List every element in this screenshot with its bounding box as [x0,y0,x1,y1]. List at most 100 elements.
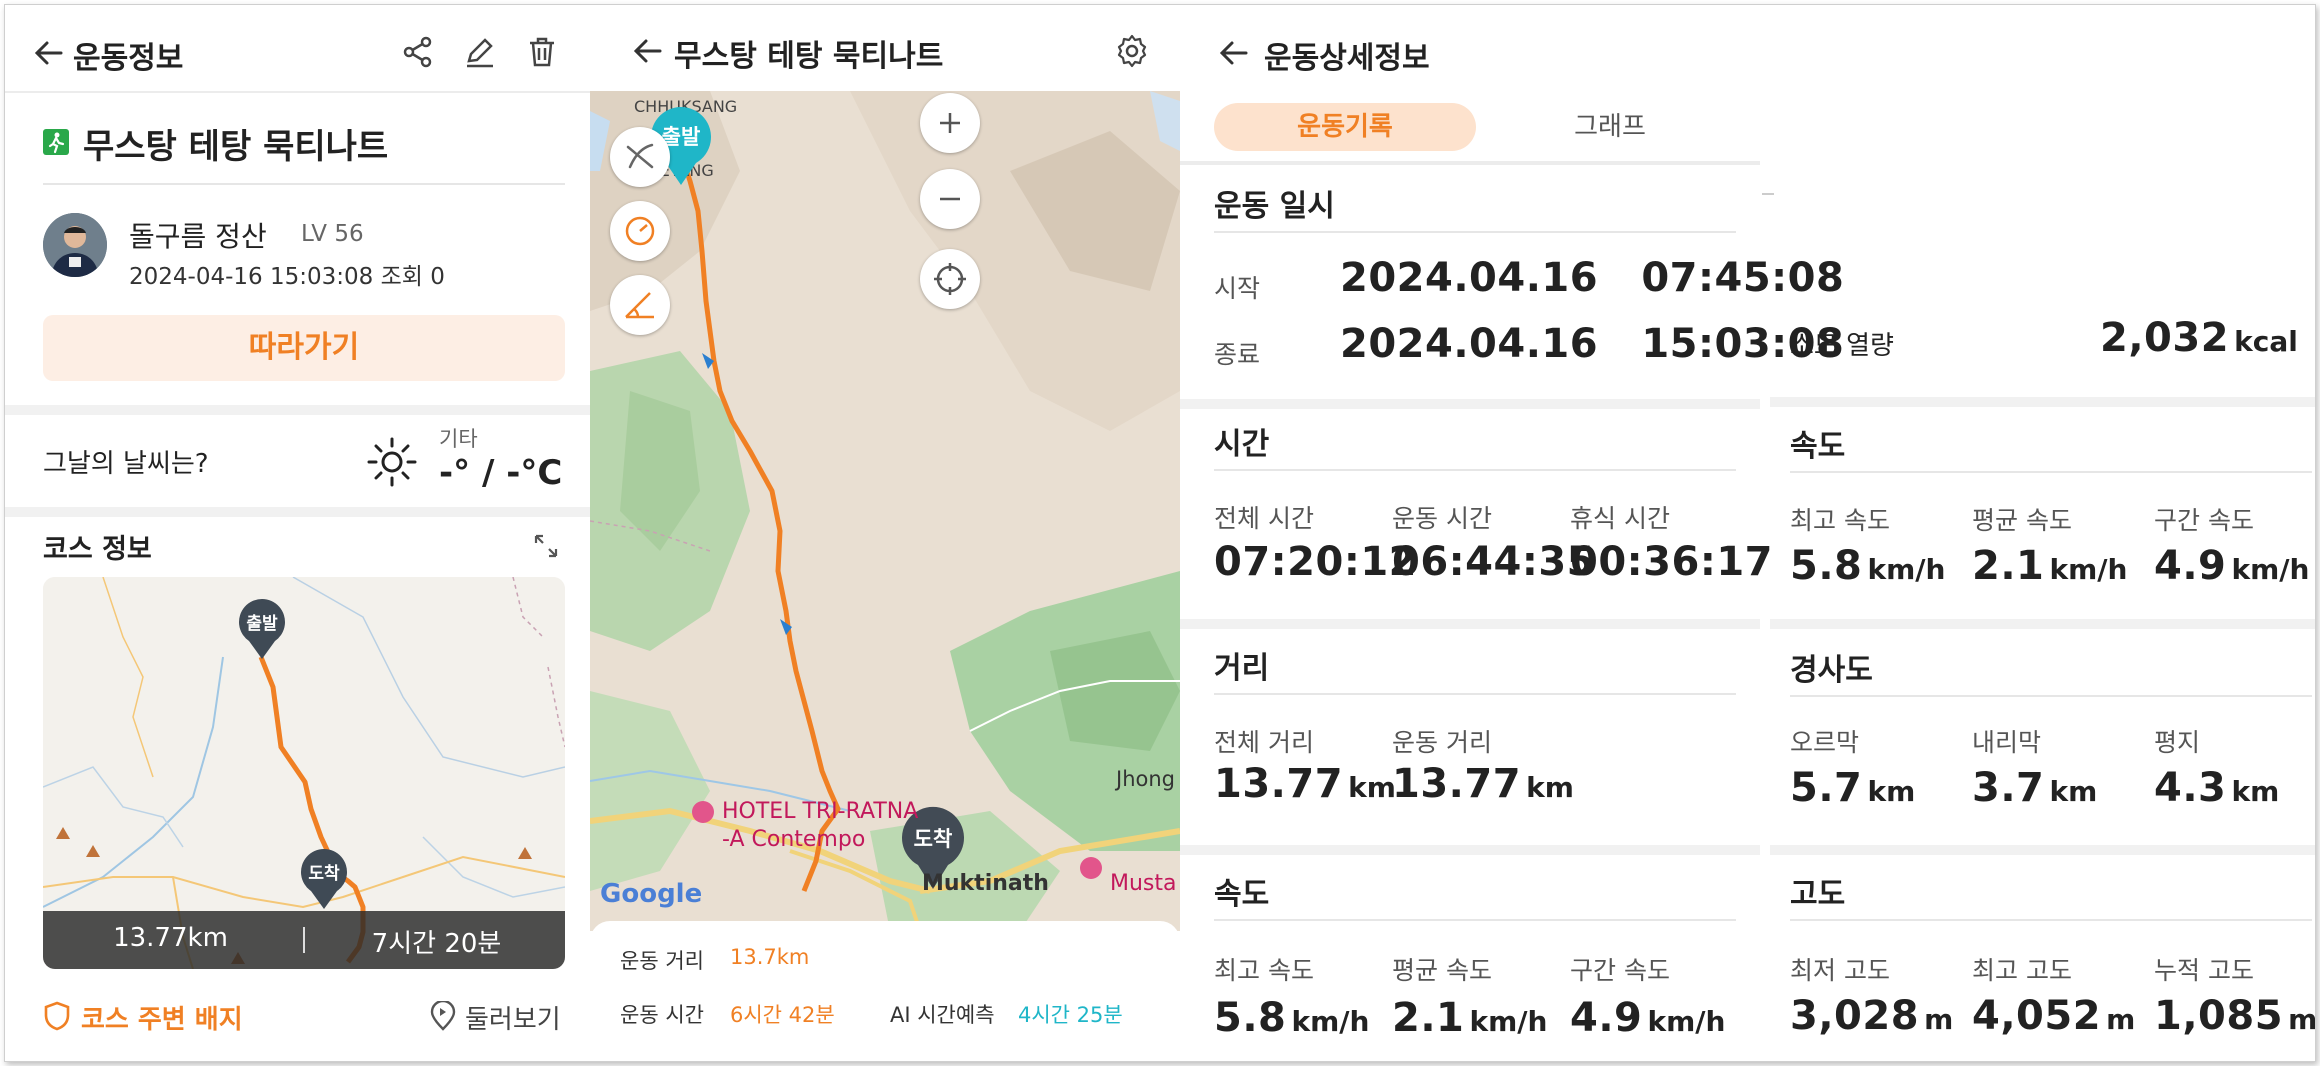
section-speed-2-label: 구간 속도 [2154,506,2254,535]
section-speed-2: 4.9 km/h [2154,543,2309,589]
total-distance: 13.77 km [1214,761,1396,807]
max-speed-2-label: 최고 속도 [1790,506,1890,535]
downhill-value: 3.7 [1972,765,2045,811]
rest-time-label: 휴식 시간 [1570,504,1670,533]
max-speed-label: 최고 속도 [1214,956,1314,985]
avg-speed-label: 평균 속도 [1392,956,1492,985]
place-musta: Musta [1110,871,1177,896]
max-altitude-label: 최고 고도 [1972,956,2072,985]
distance-label: 운동 거리 [620,949,704,973]
user-name[interactable]: 돌구름 정산 [129,215,267,255]
tab-graph[interactable]: 그래프 [1480,103,1740,151]
calories: 2,032 kcal [2100,315,2298,361]
rest-time-value: 00:36:17 [1570,539,1773,585]
route-map[interactable]: CHHUKSANG TETANG 출발 도착 [590,91,1180,931]
zoom-in-button[interactable] [920,93,980,153]
ai-estimate-value: 4시간 25분 [1018,1003,1123,1027]
min-altitude-unit: m [1924,1003,1954,1036]
hotel-pin-icon [1080,857,1102,879]
back-arrow-icon[interactable] [1216,35,1252,71]
avg-speed-2-value: 2.1 [1972,543,2045,589]
avg-speed-value: 2.1 [1392,995,1465,1041]
hide-route-button[interactable] [610,127,670,187]
weather-question: 그날의 날씨는? [43,449,209,479]
user-level: LV 56 [301,221,364,247]
route-off-icon [626,143,654,169]
course-map[interactable]: 출발 도착 13.77km 7시간 20분 [43,577,565,969]
section-speed-2-unit: km/h [2231,553,2310,586]
my-location-button[interactable] [920,249,980,309]
settings-gear-icon[interactable] [1114,33,1150,69]
zoom-out-button[interactable] [920,169,980,229]
max-altitude-value: 4,052 [1972,993,2102,1039]
end-time-label: 종료 [1214,340,1261,369]
hotel-pin-icon [692,801,714,823]
total-ascent-value: 1,085 [2154,993,2284,1039]
look-around-link[interactable]: 둘러보기 [465,999,561,1036]
total-ascent-unit: m [2288,1003,2315,1036]
page-title: 운동정보 [73,41,184,76]
start-time-value: 2024.04.16 07:45:08 [1340,255,1845,301]
total-ascent: 1,085 m [2154,993,2315,1039]
share-icon[interactable] [401,35,435,69]
shield-icon [43,1001,71,1031]
google-logo: Google [600,879,703,909]
datetime-section-title: 운동 일시 [1214,189,1335,224]
activity-info-panel: 운동정보 무스탕 테탕 묵티나트 돌구름 정산 LV 56 2024-04-16… [5,5,590,1061]
calories-label: 소모 열량 [1790,331,1894,361]
flat-unit: km [2231,775,2280,808]
avatar[interactable] [43,213,107,277]
summary-divider [303,927,305,953]
divider-mark [1762,193,1774,195]
back-arrow-icon[interactable] [31,35,67,71]
location-pin-icon [429,1001,457,1031]
min-altitude: 3,028 m [1790,993,1953,1039]
max-speed: 5.8 km/h [1214,995,1369,1041]
route-title: 무스탕 테탕 묵티나트 [674,39,944,74]
trash-icon[interactable] [525,35,559,69]
max-altitude: 4,052 m [1972,993,2135,1039]
speed-button[interactable] [610,201,670,261]
moving-distance-value: 13.77 [1392,761,1522,807]
nearby-badge-link[interactable]: 코스 주변 배지 [81,999,243,1036]
min-altitude-label: 최저 고도 [1790,956,1890,985]
slope-button[interactable] [610,275,670,335]
uphill: 5.7 km [1790,765,1915,811]
back-arrow-icon[interactable] [630,33,666,69]
uphill-unit: km [1867,775,1916,808]
place-muktinath: Muktinath [922,871,1049,896]
calories-unit: kcal [2234,325,2298,358]
route-stats-sheet: 운동 거리 13.7km 운동 시간 6시간 42분 AI 시간예측 4시간 2… [590,921,1180,1061]
follow-button[interactable]: 따라가기 [43,315,565,381]
crosshair-icon [934,263,966,295]
max-speed-unit: km/h [1291,1005,1370,1038]
course-distance: 13.77km [113,923,228,953]
avg-speed-2: 2.1 km/h [1972,543,2127,589]
detail-title: 운동상세정보 [1264,41,1430,76]
section-speed-label: 구간 속도 [1570,956,1670,985]
speed-section-title: 속도 [1214,877,1270,912]
screenshot-frame: 운동정보 무스탕 테탕 묵티나트 돌구름 정산 LV 56 2024-04-16… [4,4,2316,1062]
total-distance-label: 전체 거리 [1214,728,1314,757]
weather-condition: 기타 [439,427,478,451]
max-altitude-unit: m [2106,1003,2136,1036]
place-jhong: Jhong [1116,767,1175,791]
speedometer-icon [625,216,655,246]
section-speed-value: 4.9 [1570,995,1643,1041]
time-value: 6시간 42분 [730,1003,835,1027]
activity-title: 무스탕 테탕 묵티나트 [83,127,389,167]
total-ascent-label: 누적 고도 [2154,956,2254,985]
moving-distance-unit: km [1526,771,1574,804]
edit-icon[interactable] [463,35,497,69]
expand-icon[interactable] [533,533,559,559]
tab-record[interactable]: 운동기록 [1214,103,1476,151]
plus-icon [940,113,960,133]
course-summary-bar: 13.77km 7시간 20분 [43,911,565,969]
activity-detail-panel: 운동상세정보 운동기록 그래프 운동 일시 시작 2024.04.16 07:4… [1180,5,2315,1061]
end-time-value: 2024.04.16 15:03:08 [1340,321,1845,367]
moving-time-label: 운동 시간 [1392,504,1492,533]
avg-speed-2-unit: km/h [2049,553,2128,586]
total-distance-value: 13.77 [1214,761,1344,807]
section-speed-unit: km/h [1647,1005,1726,1038]
downhill-label: 내리막 [1972,728,2042,757]
